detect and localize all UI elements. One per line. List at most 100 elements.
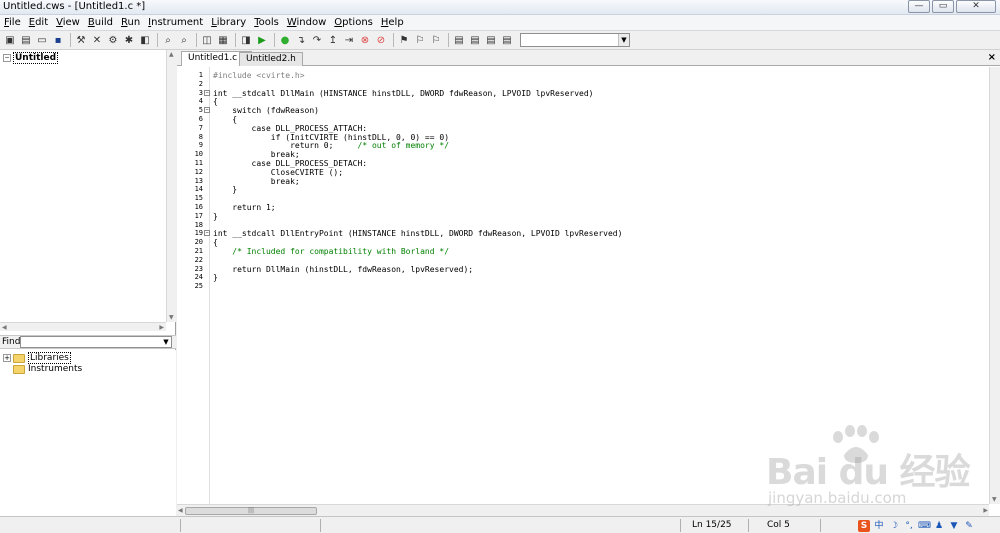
editor-vertical-scrollbar[interactable]: ▼ — [989, 67, 1000, 504]
code-line[interactable]: 11 case DLL_PROCESS_DETACH: — [177, 159, 989, 168]
menu-help[interactable]: Help — [377, 17, 408, 28]
scroll-down-icon[interactable]: ▼ — [992, 496, 997, 503]
doc2-icon[interactable]: ▤ — [468, 33, 482, 47]
new-icon[interactable]: ▣ — [3, 33, 17, 47]
doc-icon[interactable]: ▤ — [452, 33, 466, 47]
menu-edit[interactable]: Edit — [25, 17, 52, 28]
code-line[interactable]: 19− int __stdcall DllEntryPoint (HINSTANC… — [177, 229, 989, 238]
bookmark-icon[interactable]: ⚑ — [397, 33, 411, 47]
code-line[interactable]: 2 — [177, 80, 989, 89]
code-line[interactable]: 12 CloseCVIRTE (); — [177, 168, 989, 177]
compile-icon[interactable]: ✕ — [90, 33, 104, 47]
user-icon[interactable]: ♟ — [933, 520, 945, 532]
collapse-icon[interactable]: − — [3, 54, 11, 62]
step-out-icon[interactable]: ↥ — [326, 33, 340, 47]
scroll-down-icon[interactable]: ▼ — [169, 314, 174, 321]
fold-toggle-icon[interactable]: − — [204, 230, 210, 237]
menu-window[interactable]: Window — [283, 17, 330, 28]
skin-icon[interactable]: ▼ — [948, 520, 960, 532]
fold-toggle-icon[interactable]: − — [204, 89, 210, 96]
step-over-icon[interactable]: ↷ — [310, 33, 324, 47]
code-line[interactable]: 20 { — [177, 238, 989, 247]
code-line[interactable]: 18 — [177, 221, 989, 230]
doc3-icon[interactable]: ▤ — [484, 33, 498, 47]
dropdown-arrow-icon[interactable]: ▼ — [161, 337, 171, 347]
ime-lang-indicator[interactable]: 中 — [873, 520, 885, 532]
code-line[interactable]: 23 return DllMain (hinstDLL, fdwReason, … — [177, 265, 989, 274]
code-editor[interactable]: 1 #include <cvirte.h> 2 3− int __stdcall Dll… — [177, 67, 989, 504]
library-node-instruments[interactable]: Instruments — [13, 364, 82, 374]
library-node-label[interactable]: Instruments — [28, 364, 82, 374]
open-project-icon[interactable]: ▤ — [19, 33, 33, 47]
finish-icon[interactable]: ⇥ — [342, 33, 356, 47]
sogou-logo-icon[interactable]: S — [858, 519, 870, 532]
menu-run[interactable]: Run — [117, 17, 144, 28]
code-line[interactable]: 6 { — [177, 115, 989, 124]
doc4-icon[interactable]: ▤ — [500, 33, 514, 47]
bookmark-next-icon[interactable]: ⚐ — [413, 33, 427, 47]
close-button[interactable]: ✕ — [956, 0, 996, 13]
build-icon[interactable]: ⚒ — [74, 33, 88, 47]
library-node-libraries[interactable]: + Libraries — [3, 352, 71, 364]
break-icon[interactable]: ◨ — [239, 33, 253, 47]
keyboard-icon[interactable]: ⌨ — [918, 520, 931, 532]
menu-options[interactable]: Options — [330, 17, 377, 28]
run-icon[interactable]: ▶ — [255, 33, 269, 47]
find-in-files-icon[interactable]: ⌕ — [177, 33, 191, 47]
menu-instrument[interactable]: Instrument — [144, 17, 207, 28]
bookmark-prev-icon[interactable]: ⚐ — [429, 33, 443, 47]
code-line[interactable]: 9 return 0; /* out of memory */ — [177, 141, 989, 150]
horizontal-scroll-thumb[interactable]: ||| — [185, 507, 317, 515]
menu-tools[interactable]: Tools — [250, 17, 283, 28]
code-line[interactable]: 8 if (InitCVIRTE (hinstDLL, 0, 0) == 0) — [177, 133, 989, 142]
code-line[interactable]: 16 return 1; — [177, 203, 989, 212]
code-line[interactable]: 21 /* Included for compatibility with Bo… — [177, 247, 989, 256]
open-file-icon[interactable]: ▭ — [35, 33, 49, 47]
target-icon[interactable]: ◧ — [138, 33, 152, 47]
step-icon[interactable]: ✱ — [122, 33, 136, 47]
menu-library[interactable]: Library — [207, 17, 250, 28]
code-line[interactable]: 4{ — [177, 97, 989, 106]
tab-untitled2-h[interactable]: Untitled2.h — [239, 52, 303, 66]
code-line[interactable]: 3− int __stdcall DllMain (HINSTANCE hinst… — [177, 89, 989, 98]
close-tab-icon[interactable]: × — [988, 52, 996, 63]
minimize-button[interactable]: — — [908, 0, 930, 13]
fold-toggle-icon[interactable]: − — [204, 107, 210, 114]
step-into-icon[interactable]: ↴ — [294, 33, 308, 47]
code-line[interactable]: 17} — [177, 212, 989, 221]
editor-horizontal-scrollbar[interactable]: ◀ ||| ▶ — [177, 504, 989, 516]
code-line[interactable]: 13 break; — [177, 177, 989, 186]
code-line[interactable]: 1 #include <cvirte.h> — [177, 71, 989, 80]
code-line[interactable]: 10 break; — [177, 150, 989, 159]
save-icon[interactable]: ▪ — [51, 33, 65, 47]
menu-view[interactable]: View — [52, 17, 84, 28]
workspace-root-label[interactable]: Untitled — [13, 52, 59, 64]
library-node-label[interactable]: Libraries — [28, 352, 71, 364]
workspace-horizontal-scrollbar[interactable]: ◀ ▶ — [0, 322, 166, 331]
workspace-vertical-scrollbar[interactable]: ▲ ▼ — [166, 50, 176, 322]
find-icon[interactable]: ⌕ — [161, 33, 175, 47]
scroll-up-icon[interactable]: ▲ — [169, 51, 174, 58]
debug-icon[interactable]: ⚙ — [106, 33, 120, 47]
expand-icon[interactable]: + — [3, 354, 11, 362]
code-line[interactable]: 15 — [177, 194, 989, 203]
scroll-right-icon[interactable]: ▶ — [159, 324, 164, 331]
memory-icon[interactable]: ▦ — [216, 33, 230, 47]
code-line[interactable]: 7 case DLL_PROCESS_ATTACH: — [177, 124, 989, 133]
code-line[interactable]: 14 } — [177, 185, 989, 194]
breakpoint-icon[interactable]: ⊘ — [374, 33, 388, 47]
code-line[interactable]: 25 — [177, 282, 989, 291]
dropdown-arrow-icon[interactable]: ▼ — [618, 34, 629, 46]
menu-file[interactable]: File — [0, 17, 25, 28]
scroll-left-icon[interactable]: ◀ — [2, 324, 7, 331]
tools-icon[interactable]: ✎ — [963, 520, 975, 532]
watch-icon[interactable]: ◫ — [200, 33, 214, 47]
scroll-right-icon[interactable]: ▶ — [983, 507, 988, 514]
find-combo[interactable]: ▼ — [20, 336, 172, 348]
code-line[interactable]: 24} — [177, 273, 989, 282]
punctuation-icon[interactable]: °, — [903, 520, 915, 532]
menu-build[interactable]: Build — [84, 17, 117, 28]
code-line[interactable]: 22 — [177, 256, 989, 265]
go-icon[interactable]: ● — [278, 33, 292, 47]
scroll-left-icon[interactable]: ◀ — [178, 507, 183, 514]
